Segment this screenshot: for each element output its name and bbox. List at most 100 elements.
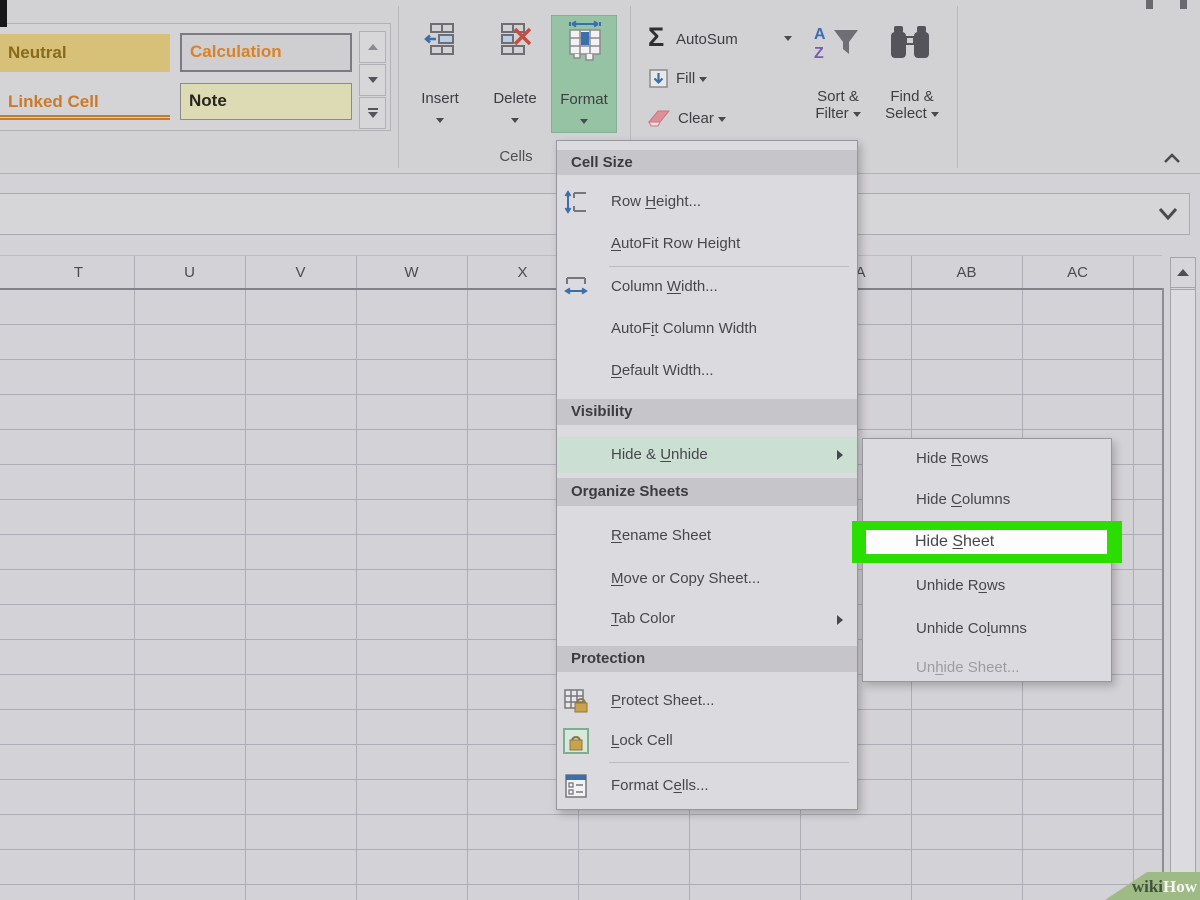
fill-icon bbox=[649, 69, 668, 88]
autosum-dropdown-icon[interactable] bbox=[784, 36, 792, 41]
find-select-button[interactable]: Find & Select bbox=[877, 88, 947, 122]
collapse-ribbon-icon[interactable] bbox=[1162, 152, 1182, 166]
vertical-scrollbar[interactable] bbox=[1170, 257, 1196, 900]
dropdown-arrow-icon bbox=[511, 118, 519, 123]
gallery-more-button[interactable] bbox=[359, 97, 386, 129]
delete-label: Delete bbox=[487, 90, 543, 107]
sort-filter-button[interactable]: Sort & Filter bbox=[803, 88, 873, 122]
menu-item-label: Protect Sheet... bbox=[611, 686, 714, 716]
column-header[interactable]: T bbox=[23, 256, 134, 289]
label-post: efault Width... bbox=[622, 362, 714, 379]
gallery-scroll-up-button[interactable] bbox=[359, 31, 386, 63]
menu-item-protect-sheet[interactable]: Protect Sheet... bbox=[557, 686, 857, 716]
style-calculation[interactable]: Calculation bbox=[180, 33, 352, 72]
label-accesskey: D bbox=[611, 362, 622, 379]
expand-formula-bar-icon[interactable] bbox=[1157, 207, 1179, 222]
menu-item-label: Hide & Unhide bbox=[611, 437, 708, 473]
menu-item-move-copy-sheet[interactable]: Move or Copy Sheet... bbox=[557, 564, 857, 594]
menu-item-label: Default Width... bbox=[611, 356, 714, 386]
menu-item-label: Column Width... bbox=[611, 272, 718, 302]
scrollbar-thumb[interactable] bbox=[1171, 289, 1195, 900]
find-select-label-text: Select bbox=[885, 105, 927, 122]
label-accesskey: T bbox=[611, 610, 619, 627]
label-pre: Column bbox=[611, 278, 667, 295]
label-accesskey: A bbox=[611, 235, 621, 252]
label-accesskey: R bbox=[951, 450, 962, 467]
style-neutral[interactable]: Neutral bbox=[0, 34, 170, 72]
screen-edge-artifact bbox=[1146, 0, 1153, 9]
menu-header-cell-size: Cell Size bbox=[557, 150, 857, 175]
label-pre: Format C bbox=[611, 777, 674, 794]
column-header[interactable]: V bbox=[245, 256, 356, 289]
menu-item-label: Hide Columns bbox=[916, 485, 1010, 515]
submenu-arrow-icon bbox=[837, 615, 843, 625]
menu-item-rename-sheet[interactable]: Rename Sheet bbox=[557, 521, 857, 551]
menu-item-label: Format Cells... bbox=[611, 771, 709, 801]
label-post: umns bbox=[990, 620, 1027, 637]
cell-styles-gallery: Neutral Calculation Linked Cell Note bbox=[0, 23, 391, 131]
more-icon bbox=[368, 108, 378, 110]
label-accesskey: R bbox=[611, 527, 622, 544]
column-header[interactable]: AB bbox=[911, 256, 1022, 289]
fill-label: Fill bbox=[676, 70, 695, 87]
gallery-scroll-down-button[interactable] bbox=[359, 64, 386, 96]
menu-item-tab-color[interactable]: Tab Color bbox=[557, 604, 857, 634]
scroll-up-button[interactable] bbox=[1171, 258, 1195, 288]
menu-item-format-cells[interactable]: Format Cells... bbox=[557, 771, 857, 801]
dropdown-arrow-icon bbox=[699, 77, 707, 82]
submenu-arrow-icon bbox=[837, 450, 843, 460]
menu-item-default-width[interactable]: Default Width... bbox=[557, 356, 857, 386]
fill-button[interactable]: Fill bbox=[676, 71, 707, 87]
clear-button[interactable]: Clear bbox=[678, 111, 726, 127]
column-header[interactable]: U bbox=[134, 256, 245, 289]
menu-separator bbox=[609, 762, 849, 763]
style-note[interactable]: Note bbox=[180, 83, 352, 120]
column-header[interactable]: W bbox=[356, 256, 467, 289]
menu-item-autofit-row-height[interactable]: AutoFit Row Height bbox=[557, 229, 857, 259]
submenu-item-hide-rows[interactable]: Hide Rows bbox=[863, 444, 1111, 474]
format-label: Format bbox=[552, 91, 616, 108]
delete-button[interactable]: Delete bbox=[487, 15, 543, 133]
submenu-item-unhide-rows[interactable]: Unhide Rows bbox=[863, 571, 1111, 601]
submenu-item-hide-sheet[interactable]: Hide Sheet bbox=[866, 530, 1107, 554]
label-post: idth... bbox=[681, 278, 718, 295]
find-select-icon bbox=[886, 24, 934, 62]
label-post: ws bbox=[987, 577, 1005, 594]
submenu-item-hide-columns[interactable]: Hide Columns bbox=[863, 485, 1111, 515]
label-post: ename Sheet bbox=[622, 527, 711, 544]
menu-item-label: AutoFit Row Height bbox=[611, 229, 740, 259]
menu-item-lock-cell[interactable]: Lock Cell bbox=[557, 726, 857, 756]
menu-item-autofit-column-width[interactable]: AutoFit Column Width bbox=[557, 314, 857, 344]
menu-item-label: Unhide Rows bbox=[916, 571, 1005, 601]
insert-button[interactable]: Insert bbox=[412, 15, 468, 133]
menu-item-column-width[interactable]: Column Width... bbox=[557, 272, 857, 302]
menu-item-row-height[interactable]: Row Height... bbox=[557, 187, 857, 217]
autosum-button[interactable]: AutoSum bbox=[676, 32, 738, 48]
find-select-label-1: Find & bbox=[877, 88, 947, 105]
label-accesskey: W bbox=[667, 278, 681, 295]
menu-item-label: Unhide Columns bbox=[916, 614, 1027, 644]
menu-item-label: Row Height... bbox=[611, 187, 701, 217]
label-pre: Unhide R bbox=[916, 577, 979, 594]
column-header[interactable]: AC bbox=[1022, 256, 1133, 289]
insert-icon bbox=[422, 21, 458, 57]
label-pre: Unhide Co bbox=[916, 620, 987, 637]
annotation-highlight-box: Hide Sheet bbox=[852, 521, 1122, 563]
format-menu: Cell Size Row Height... AutoFit Row Heig… bbox=[556, 140, 858, 810]
label-accesskey: C bbox=[951, 491, 962, 508]
format-button[interactable]: Format bbox=[551, 15, 617, 133]
sort-filter-label-1: Sort & bbox=[803, 88, 873, 105]
label-post: ows bbox=[962, 450, 989, 467]
submenu-item-unhide-columns[interactable]: Unhide Columns bbox=[863, 614, 1111, 644]
wikihow-logo: wikiHow bbox=[1132, 877, 1197, 897]
menu-item-hide-unhide[interactable]: Hide & Unhide bbox=[557, 437, 857, 473]
menu-item-label: Lock Cell bbox=[611, 726, 673, 756]
label-pre: Un bbox=[916, 659, 935, 676]
label-pre: AutoF bbox=[611, 320, 651, 337]
style-linked-cell[interactable]: Linked Cell bbox=[0, 83, 170, 120]
label-post: utoFit Row Height bbox=[621, 235, 740, 252]
label-post: rotect Sheet... bbox=[621, 692, 714, 709]
submenu-item-unhide-sheet: Unhide Sheet... bbox=[863, 653, 1111, 683]
row-height-icon bbox=[563, 189, 589, 215]
screen-edge-artifact bbox=[0, 0, 7, 27]
